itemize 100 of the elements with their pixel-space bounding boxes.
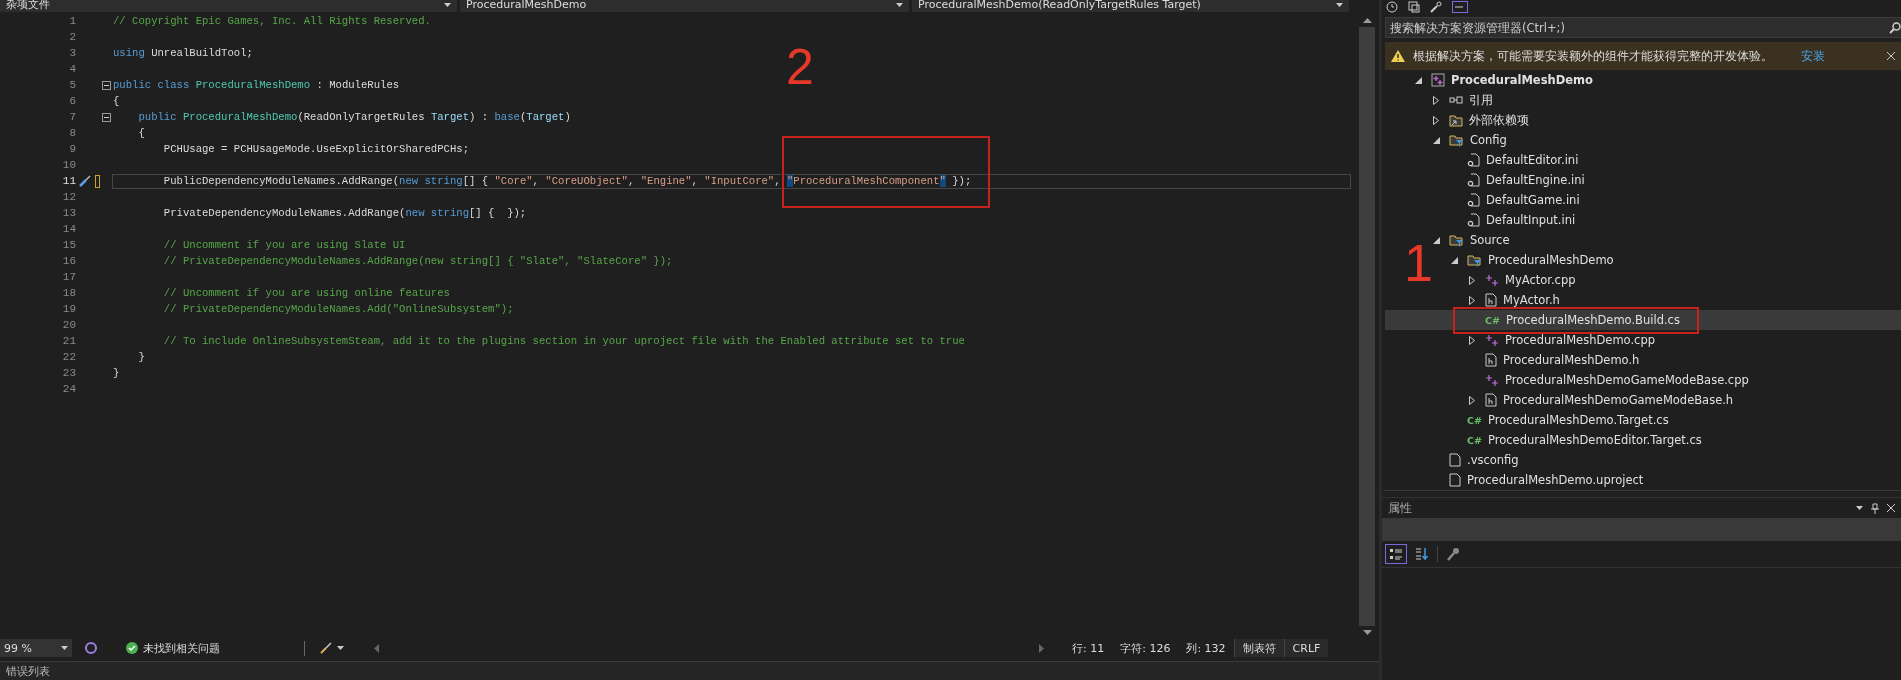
line-number: 11 bbox=[61, 175, 76, 187]
issues-status[interactable]: 未找到相关问题 bbox=[143, 640, 220, 656]
tree-item[interactable]: MyActor.h bbox=[1503, 293, 1560, 307]
preview-icon[interactable] bbox=[1452, 1, 1468, 13]
scroll-right-icon[interactable] bbox=[1039, 643, 1044, 653]
pin-icon[interactable] bbox=[1871, 502, 1879, 514]
close-icon[interactable] bbox=[1887, 504, 1895, 512]
code-line: { bbox=[113, 93, 120, 109]
code-line: // To include OnlineSubsystemSteam, add it to the plugins section in your uproject file with the Enabled attribute set to true bbox=[162, 333, 965, 349]
tree-item[interactable]: ProceduralMeshDemo.Target.cs bbox=[1488, 413, 1669, 427]
quick-action-icon[interactable] bbox=[78, 174, 92, 188]
line-number: 18 bbox=[61, 287, 76, 299]
code-line: // PrivateDependencyModuleNames.Add("OnlineSubsystem"); bbox=[162, 301, 514, 317]
scroll-down-icon[interactable] bbox=[1362, 630, 1372, 635]
line-ending-indicator[interactable]: CRLF bbox=[1283, 639, 1329, 657]
tree-item[interactable]: DefaultInput.ini bbox=[1486, 213, 1576, 227]
scrollbar-thumb[interactable] bbox=[1359, 27, 1375, 626]
collapsed-arrow-icon[interactable] bbox=[1469, 295, 1475, 305]
tree-item[interactable]: ProceduralMeshDemo.h bbox=[1503, 353, 1640, 367]
code-line: } bbox=[137, 349, 145, 365]
copilot-icon[interactable] bbox=[84, 641, 98, 655]
code-line: } bbox=[113, 365, 120, 381]
expanded-arrow-icon[interactable] bbox=[1414, 76, 1422, 84]
tree-item[interactable]: DefaultEngine.ini bbox=[1486, 173, 1585, 187]
line-number: 16 bbox=[61, 255, 76, 267]
tree-item[interactable]: ProceduralMeshDemoGameModeBase.cpp bbox=[1505, 373, 1749, 387]
tree-item[interactable]: ProceduralMeshDemo.cpp bbox=[1505, 333, 1656, 347]
collapse-icon[interactable] bbox=[102, 112, 111, 122]
line-number: 12 bbox=[61, 191, 76, 203]
collapsed-arrow-icon[interactable] bbox=[1469, 335, 1475, 345]
zoom-dropdown[interactable]: 99 % bbox=[0, 639, 72, 657]
csharp-file-icon: C# bbox=[1485, 314, 1500, 326]
key-icon bbox=[1446, 547, 1460, 561]
line-number: 1 bbox=[68, 15, 76, 27]
collapse-icon[interactable] bbox=[102, 80, 111, 90]
tree-item[interactable]: 外部依赖项 bbox=[1469, 112, 1529, 128]
wrench-icon[interactable] bbox=[1430, 1, 1442, 13]
tree-item[interactable]: MyActor.cpp bbox=[1505, 273, 1576, 287]
code-line: PCHUsage = PCHUsageMode.UseExplicitOrSharedPCHs; bbox=[162, 141, 469, 157]
navigation-dropdown[interactable]: ProceduralMeshDemo(ReadOnlyTargetRules Target) bbox=[912, 0, 1352, 12]
warning-message: 根据解决方案，可能需要安装额外的组件才能获得完整的开发体验。 bbox=[1413, 48, 1773, 64]
filter-folder-icon bbox=[1449, 133, 1464, 147]
indent-indicator[interactable]: 制表符 bbox=[1233, 639, 1284, 657]
scroll-up-icon[interactable] bbox=[1362, 18, 1372, 23]
line-indicator[interactable]: 行: 11 bbox=[1064, 640, 1113, 656]
history-icon[interactable] bbox=[1386, 1, 1398, 13]
character-indicator[interactable]: 字符: 126 bbox=[1112, 640, 1179, 656]
code-line: { bbox=[137, 125, 145, 141]
code-line: public ProceduralMeshDemo(ReadOnlyTargetRules Target) : base(Target) bbox=[137, 109, 571, 125]
code-line: // Uncomment if you are using Slate UI bbox=[162, 237, 406, 253]
code-line: public class ProceduralMeshDemo : ModuleRules bbox=[113, 77, 400, 93]
expanded-arrow-icon[interactable] bbox=[1450, 256, 1458, 264]
line-number: 22 bbox=[61, 351, 76, 363]
panel-title: 属性 bbox=[1388, 500, 1412, 516]
line-number: 9 bbox=[68, 143, 76, 155]
tree-item[interactable]: ProceduralMeshDemoEditor.Target.cs bbox=[1488, 433, 1702, 447]
panel-title[interactable]: 错误列表 bbox=[6, 663, 50, 679]
categorized-view-button[interactable] bbox=[1385, 544, 1407, 564]
install-link[interactable]: 安装 bbox=[1801, 48, 1825, 64]
tree-item[interactable]: ProceduralMeshDemo.uproject bbox=[1467, 473, 1644, 487]
tree-item[interactable]: ProceduralMeshDemoGameModeBase.h bbox=[1503, 393, 1734, 407]
tree-item[interactable]: .vsconfig bbox=[1467, 453, 1519, 467]
tree-item[interactable]: Config bbox=[1470, 133, 1507, 147]
dropdown-icon bbox=[1856, 506, 1863, 510]
caret-icon bbox=[61, 646, 68, 650]
settings-file-icon bbox=[1467, 153, 1480, 167]
collapsed-arrow-icon[interactable] bbox=[1433, 115, 1439, 125]
close-icon[interactable] bbox=[1887, 52, 1895, 60]
cpp-file-icon bbox=[1485, 373, 1499, 387]
collapsed-arrow-icon[interactable] bbox=[1469, 275, 1475, 285]
settings-file-icon bbox=[1467, 193, 1480, 207]
csharp-file-icon: C# bbox=[1467, 414, 1482, 426]
tree-item[interactable]: C# ProceduralMeshDemo.Build.cs bbox=[1385, 310, 1901, 330]
navigation-dropdown[interactable]: ProceduralMeshDemo bbox=[460, 0, 912, 12]
collapsed-arrow-icon[interactable] bbox=[1433, 95, 1439, 105]
tree-item[interactable]: ProceduralMeshDemo bbox=[1451, 73, 1593, 87]
caret-icon bbox=[337, 646, 344, 650]
sort-icon bbox=[1415, 547, 1429, 561]
collapsed-arrow-icon[interactable] bbox=[1469, 395, 1475, 405]
scroll-left-icon[interactable] bbox=[374, 643, 379, 653]
expanded-arrow-icon[interactable] bbox=[1432, 236, 1440, 244]
annotation-number: 1 bbox=[1404, 236, 1433, 290]
copy-icon[interactable] bbox=[1408, 1, 1420, 13]
column-indicator[interactable]: 列: 132 bbox=[1178, 640, 1234, 656]
search-field[interactable]: 搜索解决方案资源管理器(Ctrl+;) bbox=[1385, 17, 1901, 38]
tree-item[interactable]: DefaultEditor.ini bbox=[1486, 153, 1579, 167]
code-line: // Copyright Epic Games, Inc. All Rights Reserved. bbox=[113, 13, 431, 29]
file-icon bbox=[1449, 453, 1461, 467]
line-number: 21 bbox=[61, 335, 76, 347]
line-number: 13 bbox=[61, 207, 76, 219]
tree-item[interactable]: ProceduralMeshDemo bbox=[1488, 253, 1614, 267]
filter-folder-icon bbox=[1467, 253, 1482, 267]
tree-item[interactable]: DefaultGame.ini bbox=[1486, 193, 1580, 207]
tree-item[interactable]: Source bbox=[1470, 233, 1510, 247]
code-line: // Uncomment if you are using online features bbox=[162, 285, 450, 301]
tree-item[interactable]: 引用 bbox=[1469, 92, 1493, 108]
caret-icon bbox=[896, 3, 903, 7]
line-number: 17 bbox=[61, 271, 76, 283]
brush-icon[interactable] bbox=[319, 641, 333, 655]
expanded-arrow-icon[interactable] bbox=[1432, 136, 1440, 144]
